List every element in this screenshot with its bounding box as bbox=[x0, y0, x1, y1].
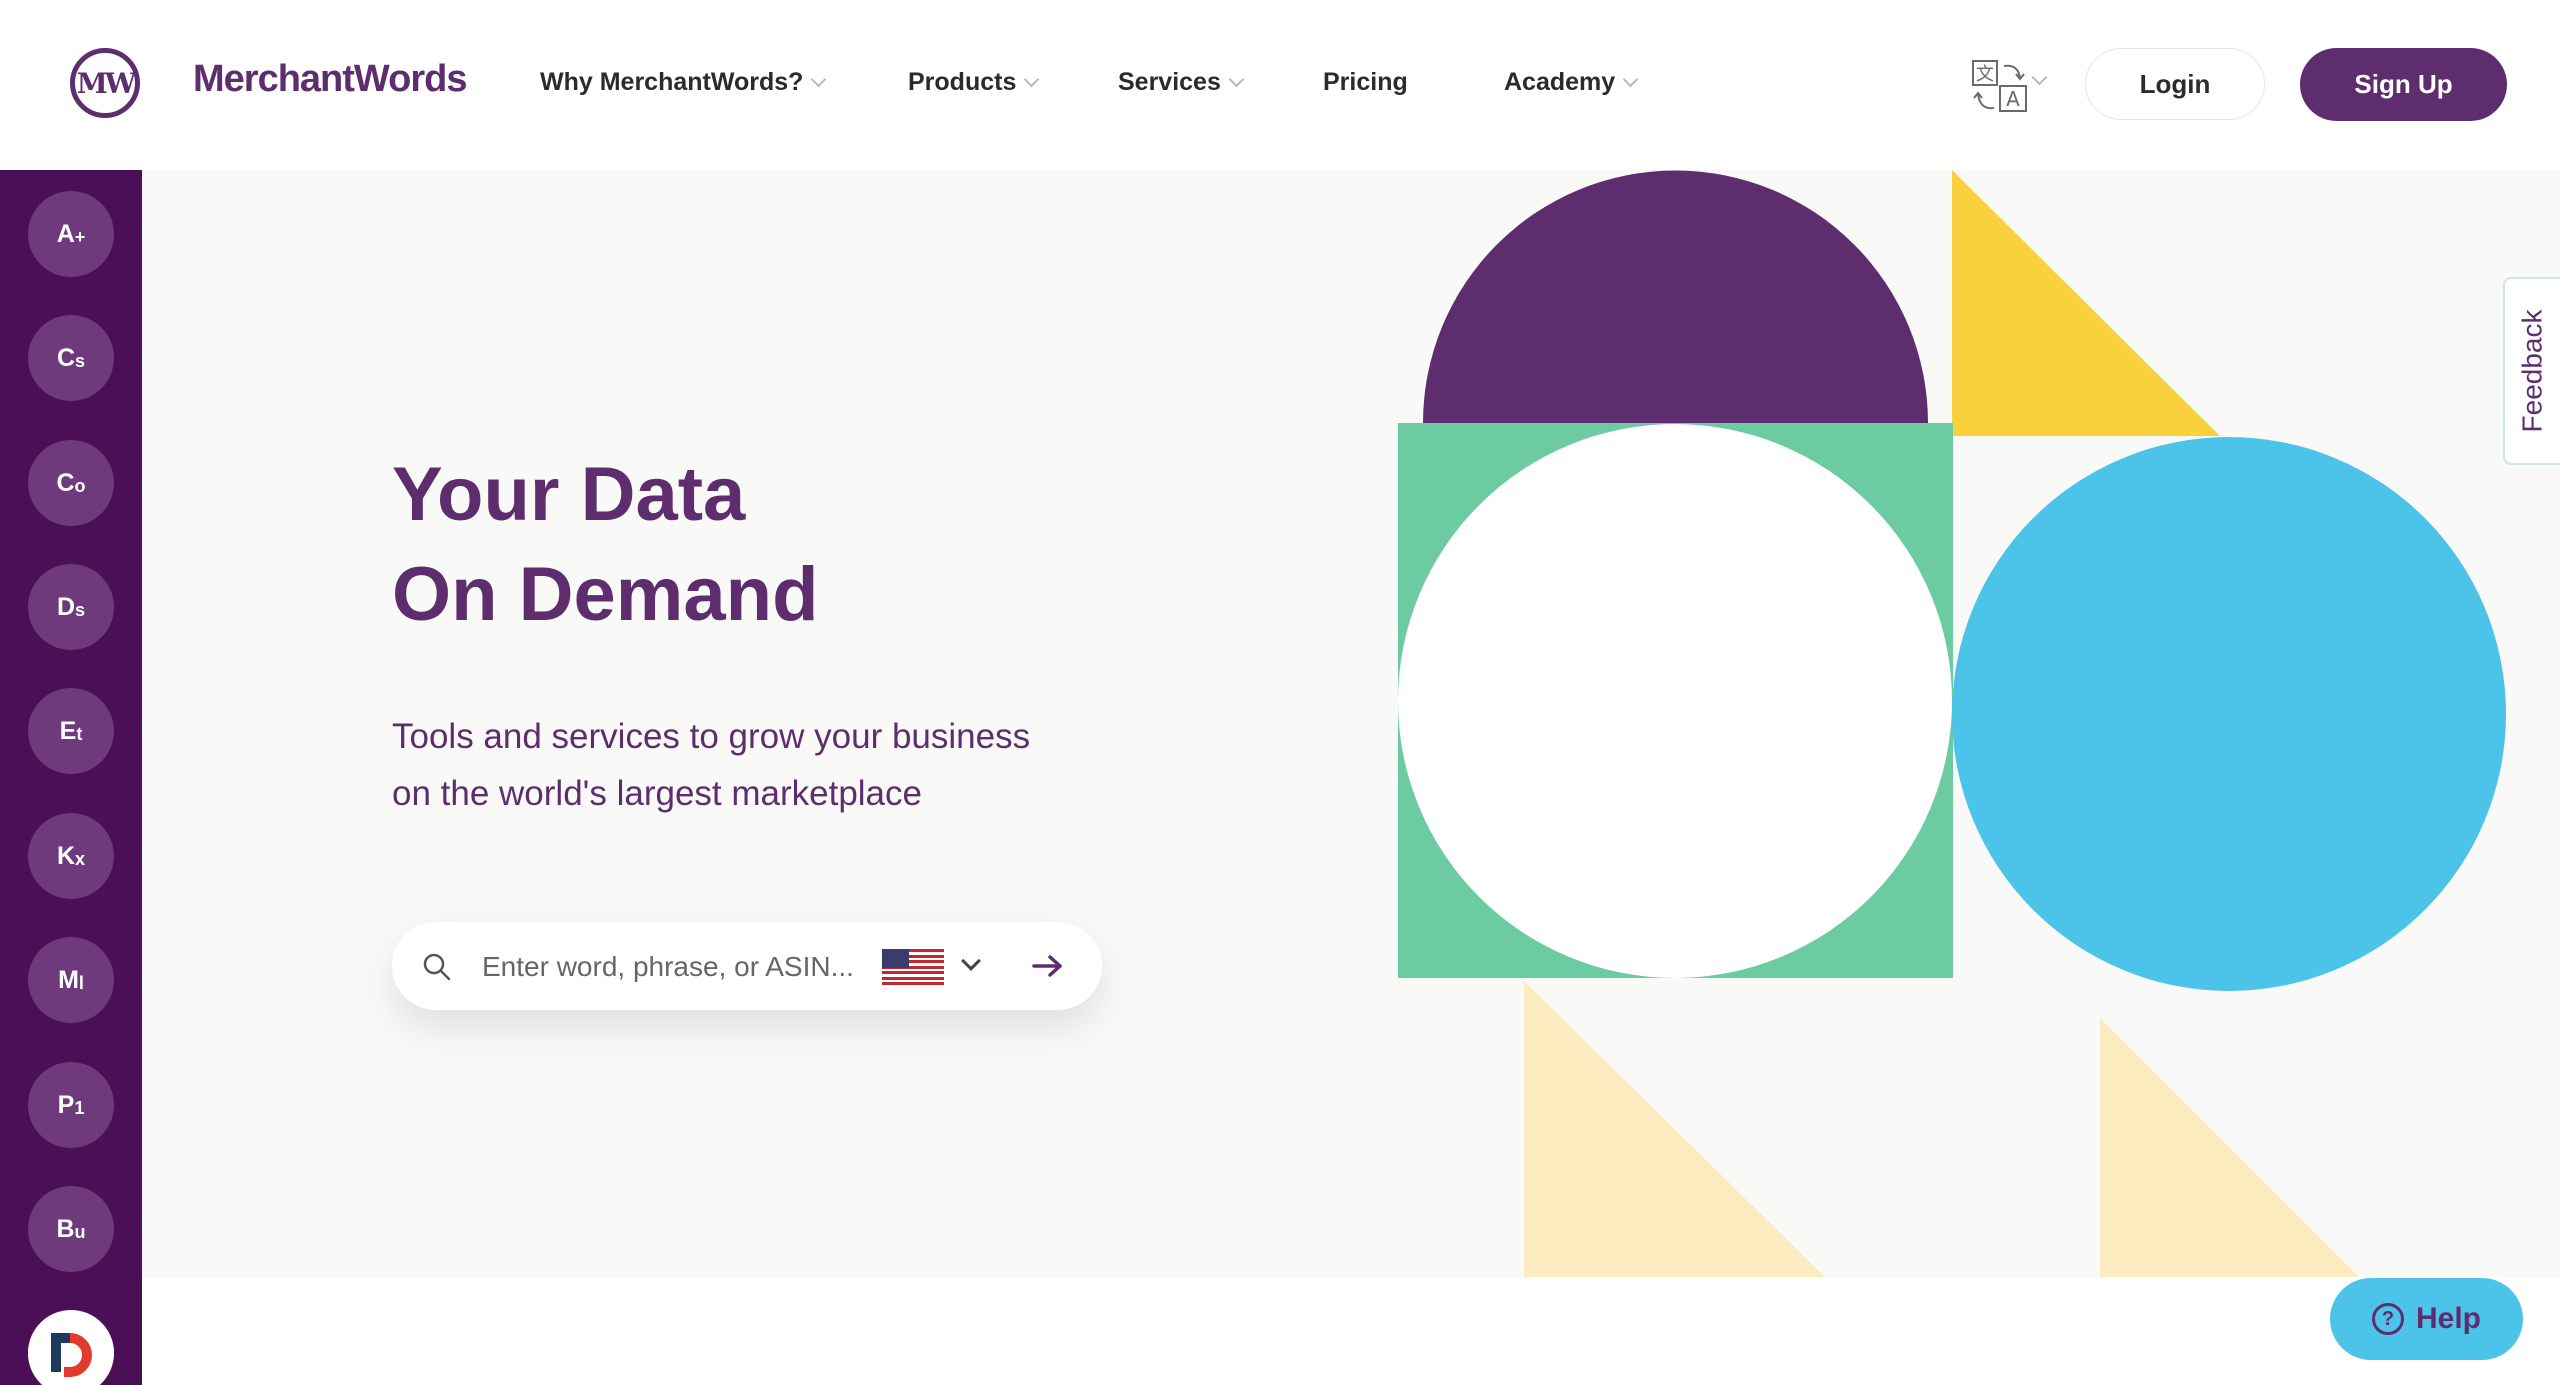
sidebar-item-p1[interactable]: P1 bbox=[28, 1062, 114, 1148]
sidebar-item-sub: 1 bbox=[74, 1097, 85, 1118]
chevron-down-icon bbox=[1024, 71, 1040, 88]
search-submit-arrow-icon[interactable] bbox=[1032, 952, 1064, 980]
sidebar-item-sub: x bbox=[75, 848, 86, 869]
search-icon bbox=[423, 953, 451, 981]
sidebar-item-ml[interactable]: Ml bbox=[28, 937, 114, 1023]
sidebar-item-label: M bbox=[58, 965, 79, 994]
sidebar-item-ds[interactable]: Ds bbox=[28, 564, 114, 650]
hero-subtitle-line: on the world's largest marketplace bbox=[392, 774, 922, 813]
sidebar-item-co[interactable]: Co bbox=[28, 440, 114, 526]
nav-label: Products bbox=[908, 68, 1017, 96]
sidebar-item-cs[interactable]: Cs bbox=[28, 315, 114, 401]
nav-label: Pricing bbox=[1323, 68, 1408, 96]
hero-subtitle-line: Tools and services to grow your business bbox=[392, 717, 1031, 756]
chevron-down-icon[interactable] bbox=[2031, 69, 2048, 86]
sidebar-item-sub: s bbox=[75, 599, 86, 620]
sidebar-item-label: P bbox=[57, 1090, 75, 1119]
pale-yellow-triangle-left bbox=[1524, 981, 1825, 1277]
feedback-label: Feedback bbox=[2516, 309, 2548, 433]
merchantwords-logo-icon[interactable]: MW bbox=[70, 48, 140, 118]
sidebar-item-label: A bbox=[56, 219, 75, 248]
sidebar-item-sub: + bbox=[74, 226, 86, 247]
brand-name[interactable]: MerchantWords bbox=[193, 58, 467, 101]
nav-academy[interactable]: Academy bbox=[1504, 68, 1639, 97]
sidebar-item-label: B bbox=[56, 1214, 75, 1243]
chevron-down-icon bbox=[1622, 71, 1639, 88]
sidebar-item-label: D bbox=[56, 592, 76, 621]
sidebar-item-sub: l bbox=[78, 972, 84, 993]
pale-yellow-triangle-right bbox=[2100, 1018, 2359, 1277]
nav-products[interactable]: Products bbox=[908, 68, 1040, 97]
nav-label: Academy bbox=[1504, 68, 1616, 96]
question-icon: ? bbox=[2371, 1303, 2404, 1335]
sidebar-item-sub: u bbox=[74, 1221, 86, 1242]
marketplace-dropdown-chevron-icon[interactable] bbox=[961, 951, 981, 971]
white-circle bbox=[1398, 424, 1952, 978]
login-button[interactable]: Login bbox=[2085, 48, 2265, 120]
sidebar-item-label: C bbox=[56, 343, 76, 372]
help-label: Help bbox=[2415, 1302, 2481, 1335]
sidebar-item-sub: s bbox=[75, 350, 86, 371]
feedback-tab[interactable]: Feedback bbox=[2503, 277, 2560, 465]
tools-sidebar: A + Cs Co Ds Et Kx Ml P1 Bu bbox=[0, 170, 142, 1385]
nav-label: Services bbox=[1118, 68, 1221, 96]
sidebar-item-label: K bbox=[56, 841, 76, 870]
sidebar-item-kx[interactable]: Kx bbox=[28, 813, 114, 899]
nav-label: Why MerchantWords? bbox=[540, 68, 804, 96]
yellow-triangle bbox=[1952, 170, 2220, 436]
us-flag-icon[interactable] bbox=[882, 949, 944, 985]
sidebar-item-bu[interactable]: Bu bbox=[28, 1186, 114, 1272]
hero-section: Your Data On Demand Tools and services t… bbox=[142, 170, 2560, 1277]
sidebar-item-aplus[interactable]: A + bbox=[28, 191, 114, 277]
svg-text:文: 文 bbox=[1976, 64, 1994, 85]
nav-why-merchantwords[interactable]: Why MerchantWords? bbox=[540, 68, 827, 97]
keyword-search-bar bbox=[392, 922, 1102, 1010]
sidebar-item-sub: t bbox=[76, 723, 83, 744]
hero-subtitle: Tools and services to grow your business… bbox=[392, 708, 1112, 822]
sign-up-button[interactable]: Sign Up bbox=[2300, 48, 2507, 121]
purple-half-circle bbox=[1423, 170, 1928, 423]
site-header: MW MerchantWords Why MerchantWords? Prod… bbox=[0, 0, 2560, 170]
search-input[interactable] bbox=[480, 944, 864, 990]
translate-icon[interactable]: 文 A bbox=[1970, 58, 2030, 114]
chevron-down-icon bbox=[811, 71, 827, 88]
sidebar-item-sub: o bbox=[74, 475, 86, 496]
partner-logo-icon[interactable] bbox=[28, 1310, 114, 1385]
svg-text:A: A bbox=[2006, 87, 2020, 111]
chevron-down-icon bbox=[1228, 71, 1245, 88]
hero-title-line: On Demand bbox=[392, 552, 819, 637]
sidebar-item-label: C bbox=[56, 468, 75, 497]
sidebar-item-label: E bbox=[59, 716, 77, 745]
help-button[interactable]: ? Help bbox=[2330, 1278, 2523, 1360]
sidebar-item-et[interactable]: Et bbox=[28, 688, 114, 774]
hero-title: Your Data On Demand bbox=[392, 445, 819, 645]
hero-title-line: Your Data bbox=[392, 452, 746, 537]
nav-services[interactable]: Services bbox=[1118, 68, 1245, 97]
blue-circle bbox=[1952, 437, 2506, 991]
nav-pricing[interactable]: Pricing bbox=[1323, 68, 1408, 97]
